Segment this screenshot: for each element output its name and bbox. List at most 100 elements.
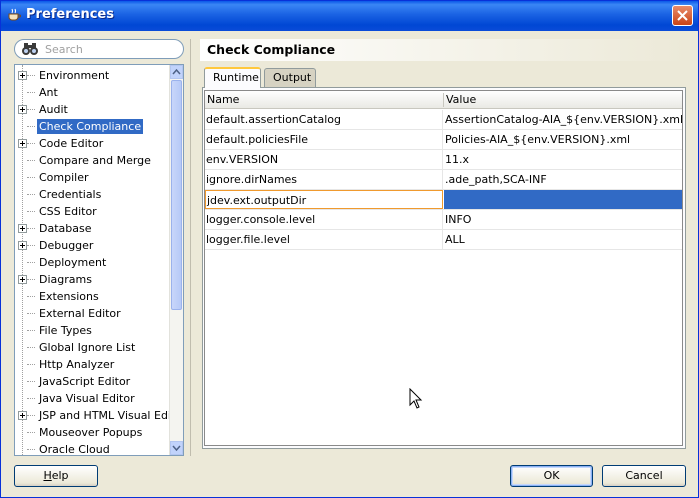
table-row[interactable]: default.assertionCatalog AssertionCatalog…	[205, 110, 682, 130]
tree-item[interactable]: Diagrams	[15, 271, 170, 288]
scroll-up-button[interactable]	[170, 65, 183, 79]
tree-item[interactable]: Http Analyzer	[15, 356, 170, 373]
tree-item[interactable]: JSP and HTML Visual Editor	[15, 407, 183, 424]
tree-item[interactable]: Audit	[15, 101, 170, 118]
expand-icon[interactable]	[18, 411, 27, 420]
tree-item-label: File Types	[39, 324, 92, 337]
preferences-dialog: Preferences Environment Ant Audit Check Com…	[0, 0, 699, 498]
cancel-button[interactable]: Cancel	[602, 465, 686, 487]
cell-value[interactable]: AssertionCatalog-AIA_${env.VERSION}.xml	[444, 110, 682, 129]
tree-connector	[27, 262, 35, 263]
cell-name[interactable]: default.policiesFile	[205, 130, 443, 149]
tree-item[interactable]: Debugger	[15, 237, 170, 254]
cell-value[interactable]: ALL	[444, 230, 682, 249]
window-title: Preferences	[26, 7, 114, 22]
table-row[interactable]: default.policiesFile Policies-AIA_${env.V…	[205, 130, 682, 150]
binoculars-icon	[22, 43, 38, 55]
tree-connector	[27, 296, 35, 297]
tree-item[interactable]: Compare and Merge	[15, 152, 170, 169]
tree-item[interactable]: Global Ignore List	[15, 339, 170, 356]
help-button[interactable]: Help	[14, 465, 98, 487]
tree-item[interactable]: Oracle Cloud	[15, 441, 170, 455]
expand-icon[interactable]	[18, 105, 27, 114]
tree-item[interactable]: File Types	[15, 322, 170, 339]
tree-item-label: Extensions	[39, 290, 99, 303]
cell-name[interactable]: logger.file.level	[205, 230, 443, 249]
tree-scrollbar[interactable]	[169, 65, 183, 455]
scroll-down-button[interactable]	[170, 441, 183, 455]
tree-connector	[27, 398, 35, 399]
expand-icon[interactable]	[18, 275, 27, 284]
tree-connector	[27, 279, 35, 280]
ok-button[interactable]: OK	[510, 465, 593, 487]
tree-item[interactable]: Java Visual Editor	[15, 390, 170, 407]
tab-output[interactable]: Output	[264, 68, 316, 87]
tree-connector	[27, 347, 35, 348]
tab-runtime[interactable]: Runtime	[204, 67, 261, 88]
tree-item[interactable]: Code Editor	[15, 135, 170, 152]
cell-value[interactable]	[444, 190, 682, 209]
tree-connector	[27, 75, 35, 76]
tree-item-label: Ant	[39, 86, 58, 99]
panel-splitter[interactable]	[190, 39, 191, 456]
tree-item[interactable]: Compiler	[15, 169, 170, 186]
cell-value[interactable]: .ade_path,SCA-INF	[444, 170, 682, 189]
tree-item[interactable]: Ant	[15, 84, 170, 101]
help-mnemonic: H	[43, 469, 52, 482]
tree-connector	[27, 330, 35, 331]
tree-item[interactable]: Environment	[15, 67, 170, 84]
column-separator[interactable]	[443, 93, 444, 107]
title-bar[interactable]: Preferences	[1, 1, 698, 31]
tree-item-label: JSP and HTML Visual Editor	[39, 409, 184, 422]
tree-item[interactable]: Database	[15, 220, 170, 237]
tree-item-label: Compiler	[39, 171, 89, 184]
close-button[interactable]	[672, 5, 693, 26]
cell-value[interactable]: 11.x	[444, 150, 682, 169]
chevron-up-icon	[172, 68, 181, 75]
preferences-tree[interactable]: Environment Ant Audit Check Compliance Code …	[14, 64, 184, 456]
cell-name[interactable]: env.VERSION	[205, 150, 443, 169]
tree-item-label: Check Compliance	[37, 119, 144, 134]
cell-value[interactable]: Policies-AIA_${env.VERSION}.xml	[444, 130, 682, 149]
tree-item-label: Credentials	[39, 188, 102, 201]
expand-icon[interactable]	[18, 241, 27, 250]
cell-name[interactable]: default.assertionCatalog	[205, 110, 443, 129]
column-header-name[interactable]: Name	[207, 93, 239, 106]
tree-connector	[27, 228, 35, 229]
tree-item[interactable]: Credentials	[15, 186, 170, 203]
tree-item-label: Compare and Merge	[39, 154, 151, 167]
tree-item[interactable]: Extensions	[15, 288, 170, 305]
search-box[interactable]	[14, 39, 184, 59]
table-row[interactable]: logger.file.level ALL	[205, 230, 682, 250]
expand-icon[interactable]	[18, 139, 27, 148]
tree-connector	[27, 313, 35, 314]
table-row[interactable]: ignore.dirNames .ade_path,SCA-INF	[205, 170, 682, 190]
tree-connector	[27, 364, 35, 365]
tree-item[interactable]: CSS Editor	[15, 203, 170, 220]
panel-title: Check Compliance	[200, 39, 687, 61]
tree-connector	[27, 449, 35, 450]
tree-item[interactable]: Check Compliance	[15, 118, 170, 135]
scroll-thumb[interactable]	[171, 80, 182, 310]
cell-name[interactable]: jdev.ext.outputDir	[205, 190, 443, 209]
cell-name[interactable]: ignore.dirNames	[205, 170, 443, 189]
table-row[interactable]: env.VERSION 11.x	[205, 150, 682, 170]
tree-item-label: Debugger	[39, 239, 94, 252]
close-icon	[677, 10, 688, 21]
table-row[interactable]: logger.console.level INFO	[205, 210, 682, 230]
tree-item-label: Global Ignore List	[39, 341, 136, 354]
properties-table: Name Value default.assertionCatalog Asser…	[204, 90, 683, 446]
cell-value[interactable]: INFO	[444, 210, 682, 229]
tree-item[interactable]: JavaScript Editor	[15, 373, 170, 390]
expand-icon[interactable]	[18, 71, 27, 80]
tree-item[interactable]: Mouseover Popups	[15, 424, 170, 441]
cell-name[interactable]: logger.console.level	[205, 210, 443, 229]
table-row[interactable]: jdev.ext.outputDir	[205, 190, 682, 210]
expand-icon[interactable]	[18, 224, 27, 233]
tree-connector	[27, 160, 35, 161]
tree-item[interactable]: External Editor	[15, 305, 170, 322]
column-header-value[interactable]: Value	[446, 93, 476, 106]
tree-connector	[27, 432, 35, 433]
tree-item[interactable]: Deployment	[15, 254, 170, 271]
search-input[interactable]	[45, 42, 175, 56]
